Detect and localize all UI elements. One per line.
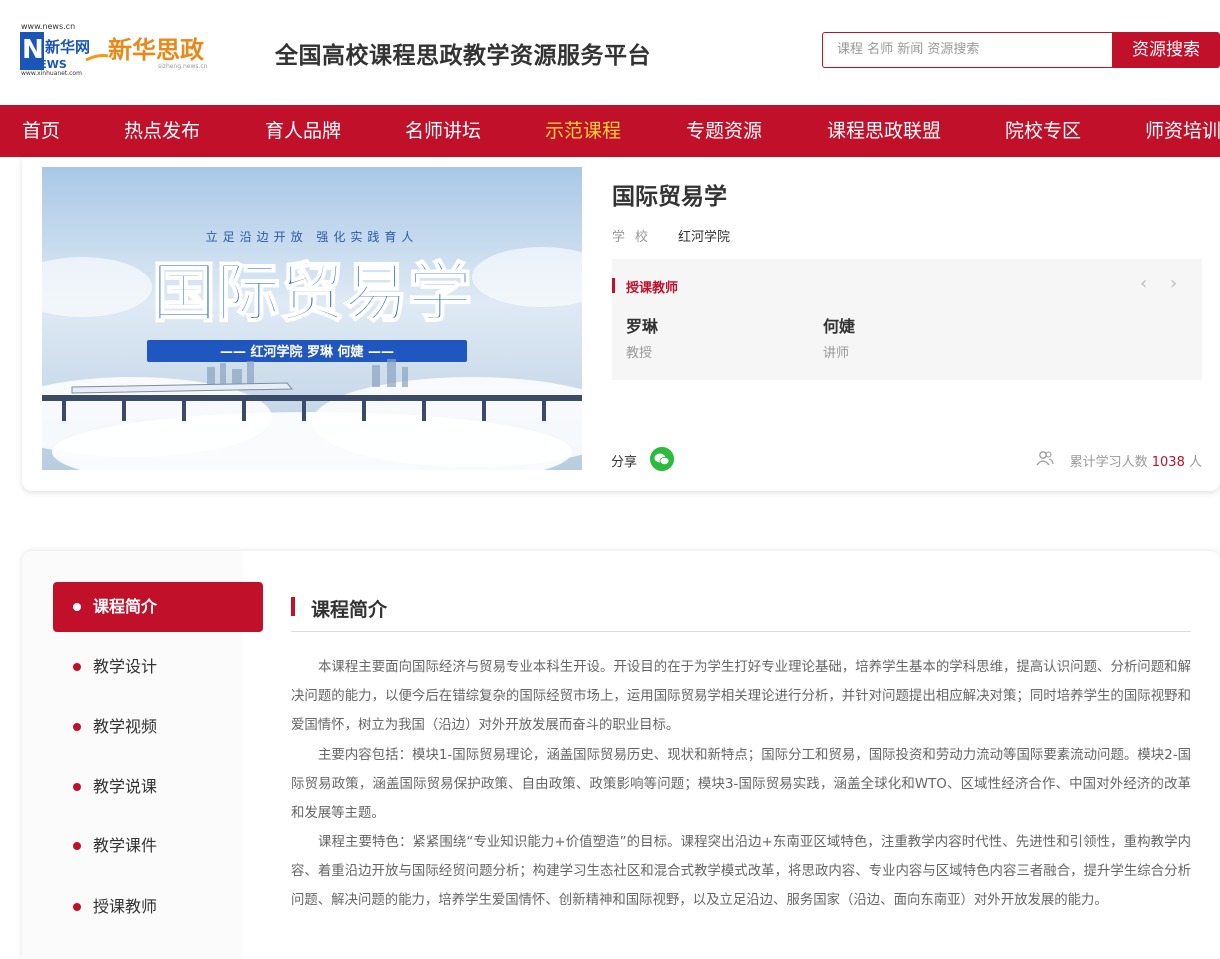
learner-count: 累计学习人数 1038 人 [1070, 451, 1202, 470]
teacher-title-2: 讲师 [823, 346, 850, 361]
course-title: 国际贸易学 [612, 184, 727, 210]
sidebar-item-teachers[interactable]: 授课教师 [53, 882, 263, 932]
logo-sub-url: www.xinhuanet.com [21, 70, 82, 77]
nav-item-lecture[interactable]: 名师讲坛 [405, 105, 481, 157]
intro-paragraph-2: 主要内容包括：模块1-国际贸易理论，涵盖国际贸易历史、现状和新特点；国际分工和贸… [291, 748, 1191, 821]
logo-brand-cn: 新华网 [45, 38, 90, 56]
banner-title: 国际贸易学 [152, 257, 472, 331]
course-banner-image[interactable]: 立足沿边开放 强化实践育人 国际贸易学 —— 红河学院 罗琳 何婕 —— [42, 167, 582, 470]
site-header: www.news.cn N 新华网 NEWS www.xinhuanet.com… [0, 0, 1220, 105]
section-title: 课程简介 [291, 595, 387, 622]
learner-count-unit: 人 [1188, 455, 1202, 470]
search-input[interactable]: 课程 名师 新闻 资源搜索 [822, 32, 1114, 68]
sidebar-item-talk[interactable]: 教学说课 [53, 762, 263, 812]
school-value[interactable]: 红河学院 [678, 226, 730, 245]
intro-paragraph-1: 本课程主要面向国际经济与贸易专业本科生开设。开设目的在于为学生打好专业理论基础，… [291, 660, 1191, 733]
teacher-name-2[interactable]: 何婕 [823, 313, 855, 337]
wechat-icon[interactable] [650, 447, 674, 471]
nav-item-demo-course[interactable]: 示范课程 [545, 105, 621, 157]
nav-item-topics[interactable]: 专题资源 [686, 105, 762, 157]
nav-item-hot[interactable]: 热点发布 [124, 105, 200, 157]
people-icon [1036, 451, 1054, 466]
nav-item-home[interactable]: 首页 [22, 105, 60, 157]
logo-url-text: www.news.cn [21, 22, 75, 31]
nav-item-schools[interactable]: 院校专区 [1005, 105, 1081, 157]
learner-count-value: 1038 [1151, 455, 1185, 470]
nav-item-training[interactable]: 师资培训 [1145, 105, 1220, 157]
learner-count-label: 累计学习人数 [1069, 455, 1148, 470]
search-button[interactable]: 资源搜索 [1112, 32, 1220, 68]
teacher-title-1: 教授 [626, 346, 653, 361]
teacher-panel-heading: 授课教师 [612, 277, 678, 296]
site-title: 全国高校课程思政教学资源服务平台 [275, 43, 651, 69]
share-label: 分享 [611, 455, 638, 470]
logo-name-url: sizheng.news.cn [158, 63, 208, 70]
main-nav: 首页 热点发布 育人品牌 名师讲坛 示范课程 专题资源 课程思政联盟 院校专区 … [0, 105, 1220, 157]
school-label: 学校 [612, 230, 659, 245]
sidebar-item-design[interactable]: 教学设计 [53, 642, 263, 692]
banner-subtitle: —— 红河学院 罗琳 何婕 —— [220, 344, 394, 360]
nav-item-brand[interactable]: 育人品牌 [265, 105, 341, 157]
chevron-left-icon[interactable]: ‹ [1140, 273, 1147, 294]
teacher-panel: 授课教师 ‹ › 罗琳 教授 何婕 讲师 [612, 259, 1202, 380]
section-divider [291, 631, 1191, 632]
intro-paragraph-3: 课程主要特色：紧紧围绕“专业知识能力+价值塑造”的目标。课程突出沿边+东南亚区域… [291, 835, 1191, 908]
logo-name: 新华思政 [108, 35, 204, 64]
chevron-right-icon[interactable]: › [1170, 273, 1177, 294]
sidebar-item-video[interactable]: 教学视频 [53, 702, 263, 752]
nav-item-alliance[interactable]: 课程思政联盟 [827, 105, 941, 157]
banner-tagline: 立足沿边开放 强化实践育人 [206, 229, 419, 244]
teacher-name-1[interactable]: 罗琳 [626, 313, 658, 337]
sidebar-item-intro[interactable]: 课程简介 [53, 582, 263, 632]
xinhua-sizheng-logo[interactable]: www.news.cn N 新华网 NEWS www.xinhuanet.com… [20, 20, 260, 80]
sidebar-item-courseware[interactable]: 教学课件 [53, 821, 263, 871]
